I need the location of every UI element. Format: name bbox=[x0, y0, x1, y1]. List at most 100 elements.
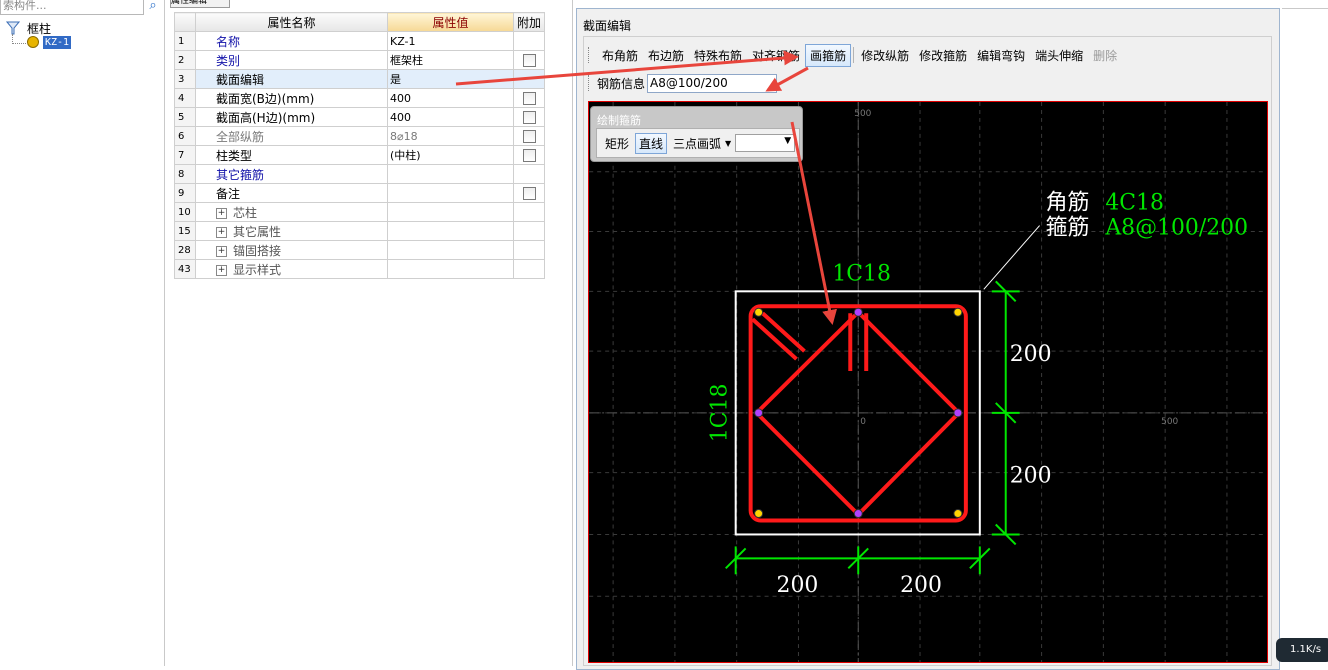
chevron-down-icon[interactable]: ▼ bbox=[725, 139, 731, 148]
place-corner-rebar-button[interactable]: 布角筋 bbox=[597, 44, 643, 67]
special-rebar-button[interactable]: 特殊布筋 bbox=[689, 44, 747, 67]
extra-checkbox[interactable] bbox=[522, 91, 536, 105]
rebar-info-label: 钢筋信息 bbox=[597, 76, 646, 91]
table-row[interactable]: 3 截面编辑 是 bbox=[174, 69, 545, 89]
edge-rebar[interactable] bbox=[853, 509, 863, 519]
table-row[interactable]: 10 + 芯柱 bbox=[174, 202, 545, 222]
draw-rectangle-button[interactable]: 矩形 bbox=[601, 133, 633, 154]
modify-stirrup-button[interactable]: 修改箍筋 bbox=[914, 44, 972, 67]
row-index: 43 bbox=[174, 259, 196, 279]
toolbar-separator bbox=[853, 47, 855, 63]
property-value[interactable]: 是 bbox=[387, 69, 514, 89]
corner-rebar[interactable] bbox=[953, 307, 963, 317]
table-row[interactable]: 5 截面高(H边)(mm) 400 bbox=[174, 107, 545, 127]
row-index: 5 bbox=[174, 107, 196, 127]
tree-node-kz-1[interactable]: KZ-1 bbox=[43, 36, 72, 49]
table-row[interactable]: 15 + 其它属性 bbox=[174, 221, 545, 241]
dimension-bottom-left: 200 bbox=[777, 573, 819, 598]
property-value[interactable] bbox=[387, 240, 514, 260]
expand-icon[interactable]: + bbox=[216, 264, 227, 276]
section-canvas[interactable]: 500 500 0 角筋 4C18 箍筋 A8@100/200 1C18 1C1… bbox=[588, 101, 1268, 663]
extra-checkbox[interactable] bbox=[522, 53, 536, 67]
property-value[interactable]: 框架柱 bbox=[387, 50, 514, 70]
corner-rebar[interactable] bbox=[953, 509, 963, 519]
top-edge-rebar-label: 1C18 bbox=[832, 261, 891, 286]
diamond-stirrup[interactable] bbox=[754, 310, 961, 517]
gear-icon bbox=[27, 36, 39, 48]
property-value[interactable]: (中柱) bbox=[387, 145, 514, 165]
table-row[interactable]: 43 + 显示样式 bbox=[174, 259, 545, 279]
table-row[interactable]: 4 截面宽(B边)(mm) 400 bbox=[174, 88, 545, 108]
filter-icon[interactable] bbox=[6, 21, 20, 35]
row-index: 9 bbox=[174, 183, 196, 203]
property-value[interactable] bbox=[387, 164, 514, 184]
table-row[interactable]: 6 全部纵筋 8⌀18 bbox=[174, 126, 545, 146]
expand-icon[interactable]: + bbox=[216, 226, 227, 238]
draw-three-point-arc-button[interactable]: 三点画弧 bbox=[669, 133, 725, 154]
table-row[interactable]: 28 + 锚固搭接 bbox=[174, 240, 545, 260]
property-value[interactable] bbox=[387, 221, 514, 241]
property-value[interactable] bbox=[387, 202, 514, 222]
arc-option-select[interactable]: ▼ bbox=[735, 134, 796, 152]
extra-cell bbox=[513, 107, 545, 127]
dimension-right-lower: 200 bbox=[1010, 464, 1052, 489]
property-name-label: 截面编辑 bbox=[216, 72, 265, 87]
corner-rebar[interactable] bbox=[754, 509, 764, 519]
edge-rebar[interactable] bbox=[953, 408, 963, 418]
property-value[interactable] bbox=[387, 183, 514, 203]
row-index: 6 bbox=[174, 126, 196, 146]
draw-stirrup-button[interactable]: 画箍筋 bbox=[805, 43, 852, 67]
property-name-label: 类别 bbox=[216, 53, 241, 68]
property-name-label: 芯柱 bbox=[233, 205, 258, 220]
expand-icon[interactable]: + bbox=[216, 207, 227, 219]
extra-checkbox[interactable] bbox=[522, 186, 536, 200]
header-property-value: 属性值 bbox=[387, 12, 514, 32]
stirrup-value: A8@100/200 bbox=[1104, 216, 1248, 241]
expand-icon[interactable]: + bbox=[216, 245, 227, 257]
edit-hook-button[interactable]: 编辑弯钩 bbox=[972, 44, 1030, 67]
property-value[interactable]: KZ-1 bbox=[387, 31, 514, 51]
toolbar-grip[interactable] bbox=[588, 75, 591, 91]
property-name-label: 锚固搭接 bbox=[233, 243, 282, 258]
extra-checkbox[interactable] bbox=[522, 110, 536, 124]
property-name: 全部纵筋 bbox=[195, 126, 388, 146]
extra-cell bbox=[513, 88, 545, 108]
header-index bbox=[174, 12, 196, 32]
table-row[interactable]: 1 名称 KZ-1 bbox=[174, 31, 545, 51]
search-icon[interactable]: ⌕ bbox=[144, 0, 162, 14]
property-value[interactable]: 8⌀18 bbox=[387, 126, 514, 146]
draw-line-button[interactable]: 直线 bbox=[635, 132, 668, 154]
property-value[interactable]: 400 bbox=[387, 107, 514, 127]
extra-cell bbox=[513, 259, 545, 279]
property-value[interactable]: 400 bbox=[387, 88, 514, 108]
property-name: + 显示样式 bbox=[195, 259, 388, 279]
extra-cell bbox=[513, 69, 545, 89]
table-row[interactable]: 7 柱类型 (中柱) bbox=[174, 145, 545, 165]
table-row[interactable]: 8 其它箍筋 bbox=[174, 164, 545, 184]
tab-property-editor[interactable]: 属性编辑 bbox=[170, 0, 230, 8]
canvas-annotations: 角筋 4C18 箍筋 A8@100/200 1C18 1C18 200 200 … bbox=[708, 191, 1248, 599]
end-extend-button[interactable]: 端头伸缩 bbox=[1030, 44, 1088, 67]
corner-rebar[interactable] bbox=[754, 307, 764, 317]
property-name-label: 全部纵筋 bbox=[216, 129, 265, 144]
toolbar-grip[interactable] bbox=[588, 47, 591, 63]
edge-rebar[interactable] bbox=[853, 307, 863, 317]
table-row[interactable]: 9 备注 bbox=[174, 183, 545, 203]
align-rebar-button[interactable]: 对齐钢筋 bbox=[747, 44, 805, 67]
modify-longitudinal-rebar-button[interactable]: 修改纵筋 bbox=[856, 44, 914, 67]
property-value[interactable] bbox=[387, 259, 514, 279]
draw-stirrup-panel-title[interactable]: 绘制箍筋 bbox=[597, 112, 641, 128]
property-name: 柱类型 bbox=[195, 145, 388, 165]
extra-cell bbox=[513, 126, 545, 146]
table-row[interactable]: 2 类别 框架柱 bbox=[174, 50, 545, 70]
tree-node-frame-column[interactable]: 框柱 bbox=[27, 20, 51, 37]
place-edge-rebar-button[interactable]: 布边筋 bbox=[643, 44, 689, 67]
component-search-input[interactable]: 索构件... bbox=[0, 0, 144, 15]
extra-checkbox[interactable] bbox=[522, 129, 536, 143]
network-speed-badge: 1.1K/s bbox=[1276, 638, 1328, 662]
chevron-down-icon: ▼ bbox=[784, 136, 792, 146]
rebar-info-input[interactable] bbox=[647, 73, 778, 93]
edge-rebar[interactable] bbox=[754, 408, 764, 418]
extra-checkbox[interactable] bbox=[522, 148, 536, 162]
delete-button[interactable]: 删除 bbox=[1088, 44, 1122, 67]
